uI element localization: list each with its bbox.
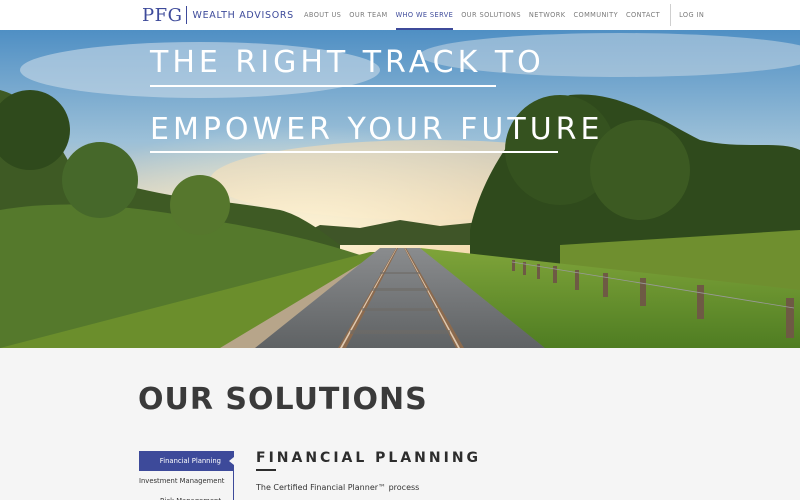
logo-divider [186, 6, 188, 24]
section-title: FINANCIAL PLANNING [256, 450, 482, 466]
nav-contact[interactable]: CONTACT [626, 0, 660, 30]
logo[interactable]: PFG WEALTH ADVISORS [142, 4, 294, 26]
logo-text: WEALTH ADVISORS [192, 9, 294, 21]
section-body: The Certified Financial Planner™ process [256, 483, 420, 492]
nav-network[interactable]: NETWORK [529, 0, 566, 30]
sidebar-item-risk-management[interactable]: Risk Management [139, 491, 233, 500]
logo-mark: PFG [142, 4, 183, 26]
hero-heading-line-1: THE RIGHT TRACK TO [150, 45, 545, 80]
hero-heading-line-2: EMPOWER YOUR FUTURE [150, 112, 604, 147]
nav-our-solutions[interactable]: OUR SOLUTIONS [461, 0, 521, 30]
solutions-title: OUR SOLUTIONS [138, 382, 428, 417]
hero-underline-2 [150, 151, 558, 153]
nav-divider [670, 4, 672, 26]
sidebar-item-investment-management[interactable]: Investment Management [139, 471, 233, 491]
main-nav: ABOUT US OUR TEAM WHO WE SERVE OUR SOLUT… [300, 0, 708, 30]
hero-underline-1 [150, 85, 496, 87]
nav-community[interactable]: COMMUNITY [573, 0, 618, 30]
hero-banner: THE RIGHT TRACK TO EMPOWER YOUR FUTURE [0, 30, 800, 348]
sidebar-item-financial-planning[interactable]: Financial Planning [139, 451, 234, 471]
site-header: PFG WEALTH ADVISORS ABOUT US OUR TEAM WH… [0, 0, 800, 30]
solutions-sidebar: Financial Planning Investment Management… [139, 451, 234, 500]
nav-about-us[interactable]: ABOUT US [304, 0, 341, 30]
section-title-underline [256, 469, 276, 471]
login-link[interactable]: LOG IN [679, 0, 704, 30]
nav-our-team[interactable]: OUR TEAM [349, 0, 387, 30]
nav-who-we-serve[interactable]: WHO WE SERVE [395, 0, 454, 30]
